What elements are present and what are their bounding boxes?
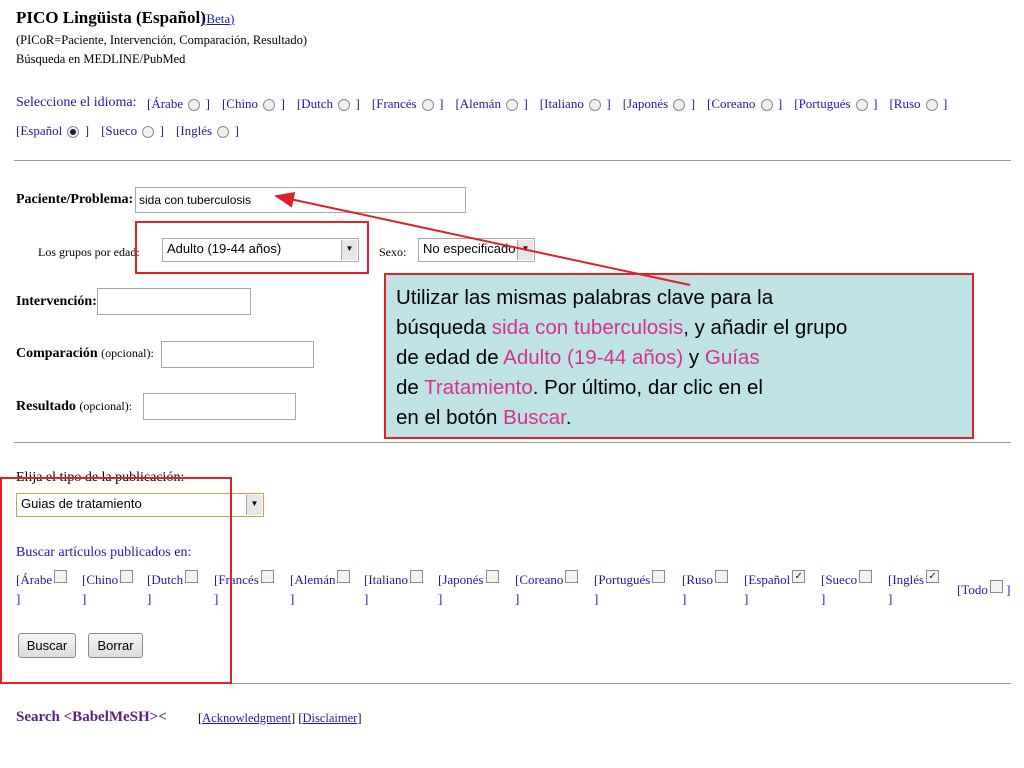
arrow-line: [274, 191, 691, 286]
annotation-arrow: [274, 191, 691, 286]
